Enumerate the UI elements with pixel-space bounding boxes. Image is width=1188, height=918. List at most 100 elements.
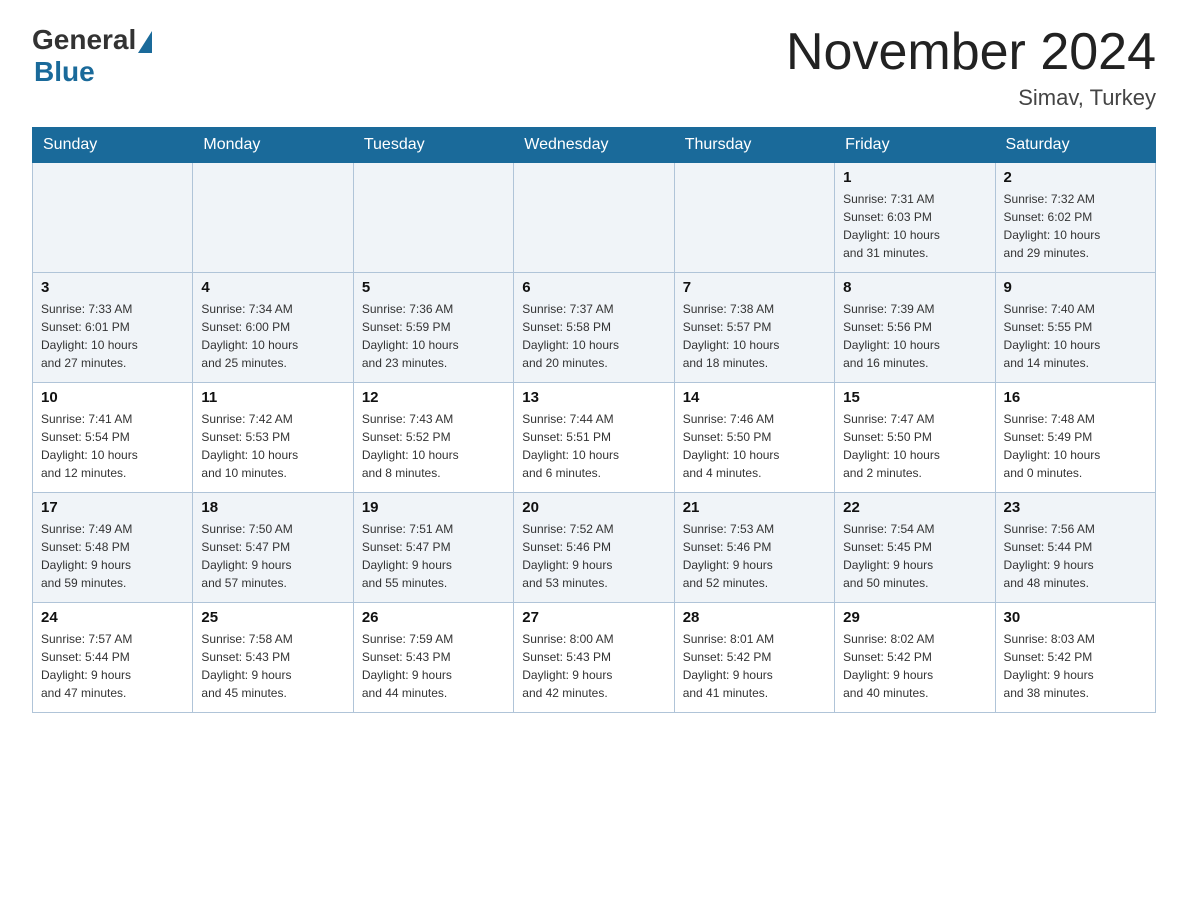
day-info: Sunrise: 7:44 AMSunset: 5:51 PMDaylight:… [522, 410, 665, 482]
calendar-cell: 22 Sunrise: 7:54 AMSunset: 5:45 PMDayligh… [835, 493, 995, 603]
calendar-cell: 9Sunrise: 7:40 AMSunset: 5:55 PMDaylight… [995, 273, 1155, 383]
calendar-cell: 3 Sunrise: 7:33 AMSunset: 6:01 PMDaylight… [33, 273, 193, 383]
day-info: Sunrise: 7:38 AMSunset: 5:57 PMDaylight:… [683, 300, 826, 372]
day-info: Sunrise: 7:59 AMSunset: 5:43 PMDaylight:… [362, 630, 505, 702]
calendar-cell: 14 Sunrise: 7:46 AMSunset: 5:50 PMDayligh… [674, 383, 834, 493]
day-info: Sunrise: 8:00 AMSunset: 5:43 PMDaylight:… [522, 630, 665, 702]
logo: General Blue [32, 24, 152, 88]
calendar-cell: 29Sunrise: 8:02 AMSunset: 5:42 PMDayligh… [835, 603, 995, 713]
calendar-cell: 1Sunrise: 7:31 AMSunset: 6:03 PMDaylight… [835, 163, 995, 273]
day-number: 15 [843, 389, 986, 406]
day-number: 20 [522, 499, 665, 516]
calendar-cell: 2 Sunrise: 7:32 AMSunset: 6:02 PMDaylight… [995, 163, 1155, 273]
day-info: Sunrise: 7:48 AMSunset: 5:49 PMDaylight:… [1004, 410, 1147, 482]
calendar-table: SundayMondayTuesdayWednesdayThursdayFrid… [32, 127, 1156, 713]
calendar-cell: 6Sunrise: 7:37 AMSunset: 5:58 PMDaylight… [514, 273, 674, 383]
day-info: Sunrise: 7:49 AMSunset: 5:48 PMDaylight:… [41, 520, 184, 592]
weekday-header-sunday: Sunday [33, 128, 193, 163]
month-title: November 2024 [786, 24, 1156, 81]
calendar-week-row: 24 Sunrise: 7:57 AMSunset: 5:44 PMDayligh… [33, 603, 1156, 713]
day-number: 16 [1004, 389, 1147, 406]
day-info: Sunrise: 7:36 AMSunset: 5:59 PMDaylight:… [362, 300, 505, 372]
calendar-cell: 8 Sunrise: 7:39 AMSunset: 5:56 PMDaylight… [835, 273, 995, 383]
day-number: 10 [41, 389, 184, 406]
day-info: Sunrise: 7:53 AMSunset: 5:46 PMDaylight:… [683, 520, 826, 592]
logo-general-text: General [32, 24, 136, 56]
day-info: Sunrise: 8:03 AMSunset: 5:42 PMDaylight:… [1004, 630, 1147, 702]
day-number: 24 [41, 609, 184, 626]
calendar-cell [353, 163, 513, 273]
day-number: 2 [1004, 169, 1147, 186]
day-info: Sunrise: 7:54 AMSunset: 5:45 PMDaylight:… [843, 520, 986, 592]
day-number: 29 [843, 609, 986, 626]
weekday-header-monday: Monday [193, 128, 353, 163]
calendar-cell: 13 Sunrise: 7:44 AMSunset: 5:51 PMDayligh… [514, 383, 674, 493]
calendar-cell: 7Sunrise: 7:38 AMSunset: 5:57 PMDaylight… [674, 273, 834, 383]
calendar-cell: 27 Sunrise: 8:00 AMSunset: 5:43 PMDayligh… [514, 603, 674, 713]
day-info: Sunrise: 7:50 AMSunset: 5:47 PMDaylight:… [201, 520, 344, 592]
calendar-week-row: 3 Sunrise: 7:33 AMSunset: 6:01 PMDaylight… [33, 273, 1156, 383]
location: Simav, Turkey [786, 85, 1156, 111]
day-number: 23 [1004, 499, 1147, 516]
day-number: 22 [843, 499, 986, 516]
calendar-cell: 19Sunrise: 7:51 AMSunset: 5:47 PMDayligh… [353, 493, 513, 603]
calendar-cell: 25 Sunrise: 7:58 AMSunset: 5:43 PMDayligh… [193, 603, 353, 713]
logo-triangle-icon [138, 31, 152, 53]
calendar-cell: 15 Sunrise: 7:47 AMSunset: 5:50 PMDayligh… [835, 383, 995, 493]
calendar-cell: 10 Sunrise: 7:41 AMSunset: 5:54 PMDayligh… [33, 383, 193, 493]
day-info: Sunrise: 7:51 AMSunset: 5:47 PMDaylight:… [362, 520, 505, 592]
calendar-cell: 18Sunrise: 7:50 AMSunset: 5:47 PMDayligh… [193, 493, 353, 603]
calendar-cell: 23 Sunrise: 7:56 AMSunset: 5:44 PMDayligh… [995, 493, 1155, 603]
logo-blue-text: Blue [34, 56, 95, 88]
day-info: Sunrise: 7:43 AMSunset: 5:52 PMDaylight:… [362, 410, 505, 482]
day-info: Sunrise: 8:01 AMSunset: 5:42 PMDaylight:… [683, 630, 826, 702]
day-number: 8 [843, 279, 986, 296]
calendar-cell: 16 Sunrise: 7:48 AMSunset: 5:49 PMDayligh… [995, 383, 1155, 493]
calendar-cell: 17Sunrise: 7:49 AMSunset: 5:48 PMDayligh… [33, 493, 193, 603]
day-number: 26 [362, 609, 505, 626]
day-info: Sunrise: 7:56 AMSunset: 5:44 PMDaylight:… [1004, 520, 1147, 592]
day-number: 3 [41, 279, 184, 296]
day-info: Sunrise: 7:58 AMSunset: 5:43 PMDaylight:… [201, 630, 344, 702]
day-info: Sunrise: 7:32 AMSunset: 6:02 PMDaylight:… [1004, 190, 1147, 262]
day-number: 27 [522, 609, 665, 626]
calendar-cell: 12 Sunrise: 7:43 AMSunset: 5:52 PMDayligh… [353, 383, 513, 493]
day-info: Sunrise: 7:33 AMSunset: 6:01 PMDaylight:… [41, 300, 184, 372]
weekday-header-wednesday: Wednesday [514, 128, 674, 163]
calendar-cell [33, 163, 193, 273]
calendar-cell: 30 Sunrise: 8:03 AMSunset: 5:42 PMDayligh… [995, 603, 1155, 713]
title-area: November 2024 Simav, Turkey [786, 24, 1156, 111]
day-info: Sunrise: 7:42 AMSunset: 5:53 PMDaylight:… [201, 410, 344, 482]
calendar-cell: 5 Sunrise: 7:36 AMSunset: 5:59 PMDaylight… [353, 273, 513, 383]
day-number: 4 [201, 279, 344, 296]
weekday-header-tuesday: Tuesday [353, 128, 513, 163]
weekday-header-row: SundayMondayTuesdayWednesdayThursdayFrid… [33, 128, 1156, 163]
day-number: 25 [201, 609, 344, 626]
day-info: Sunrise: 7:41 AMSunset: 5:54 PMDaylight:… [41, 410, 184, 482]
day-info: Sunrise: 7:57 AMSunset: 5:44 PMDaylight:… [41, 630, 184, 702]
day-number: 14 [683, 389, 826, 406]
calendar-cell: 11Sunrise: 7:42 AMSunset: 5:53 PMDayligh… [193, 383, 353, 493]
day-number: 9 [1004, 279, 1147, 296]
calendar-cell [514, 163, 674, 273]
calendar-cell: 26 Sunrise: 7:59 AMSunset: 5:43 PMDayligh… [353, 603, 513, 713]
weekday-header-friday: Friday [835, 128, 995, 163]
day-number: 30 [1004, 609, 1147, 626]
day-info: Sunrise: 7:47 AMSunset: 5:50 PMDaylight:… [843, 410, 986, 482]
day-number: 28 [683, 609, 826, 626]
day-info: Sunrise: 7:52 AMSunset: 5:46 PMDaylight:… [522, 520, 665, 592]
day-number: 12 [362, 389, 505, 406]
day-number: 6 [522, 279, 665, 296]
day-number: 5 [362, 279, 505, 296]
day-info: Sunrise: 7:46 AMSunset: 5:50 PMDaylight:… [683, 410, 826, 482]
day-info: Sunrise: 7:39 AMSunset: 5:56 PMDaylight:… [843, 300, 986, 372]
calendar-cell: 20 Sunrise: 7:52 AMSunset: 5:46 PMDayligh… [514, 493, 674, 603]
weekday-header-saturday: Saturday [995, 128, 1155, 163]
weekday-header-thursday: Thursday [674, 128, 834, 163]
calendar-cell [674, 163, 834, 273]
day-info: Sunrise: 7:34 AMSunset: 6:00 PMDaylight:… [201, 300, 344, 372]
calendar-cell: 28 Sunrise: 8:01 AMSunset: 5:42 PMDayligh… [674, 603, 834, 713]
page-header: General Blue November 2024 Simav, Turkey [32, 24, 1156, 111]
day-number: 13 [522, 389, 665, 406]
calendar-week-row: 1Sunrise: 7:31 AMSunset: 6:03 PMDaylight… [33, 163, 1156, 273]
